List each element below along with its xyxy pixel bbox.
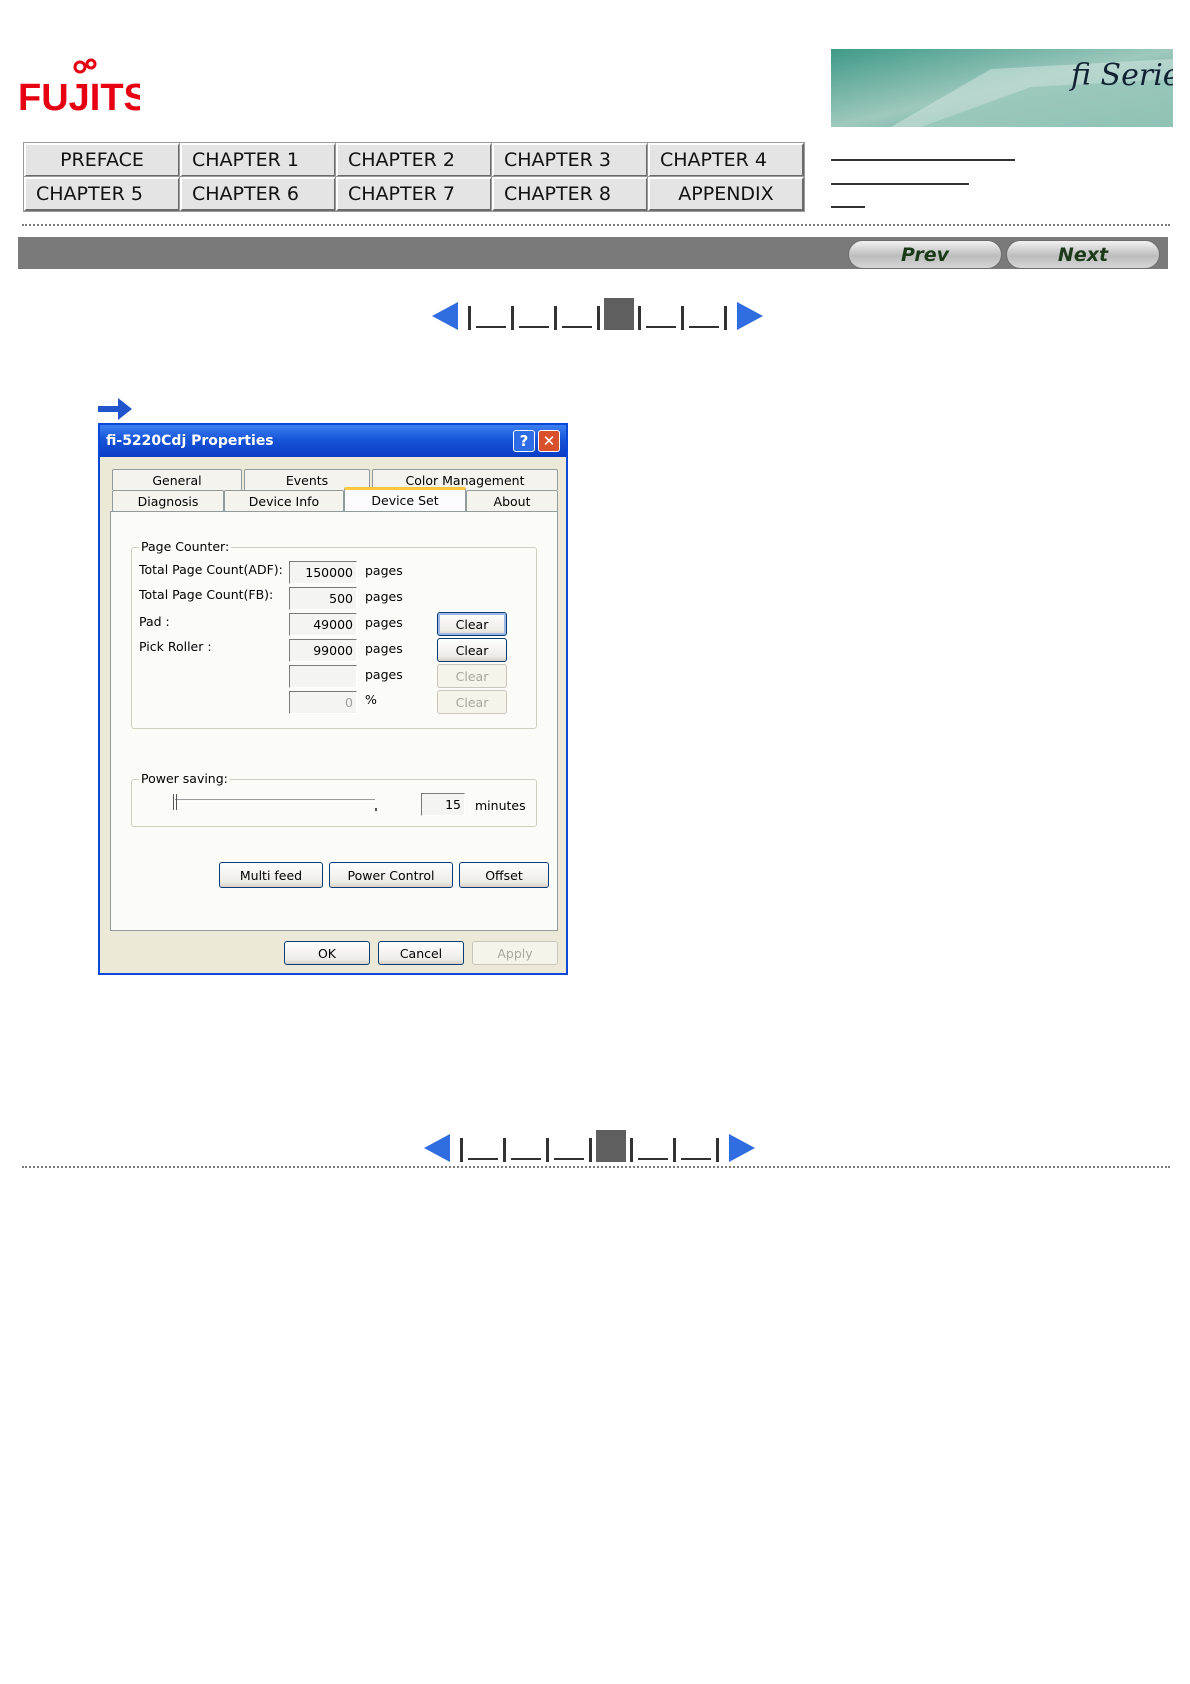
current-page-marker bbox=[604, 298, 634, 330]
power-saving-unit: minutes bbox=[475, 798, 526, 813]
divider-bottom bbox=[22, 1166, 1170, 1168]
counter-field-adf: 150000 bbox=[289, 561, 357, 584]
counter-field-pick-roller: 99000 bbox=[289, 639, 357, 662]
clear-pad-button[interactable]: Clear bbox=[437, 612, 507, 636]
right-arrow-icon bbox=[98, 398, 132, 420]
counter-unit: pages bbox=[365, 563, 403, 578]
counter-unit: pages bbox=[365, 589, 403, 604]
page-link[interactable] bbox=[554, 1158, 584, 1160]
dialog-title-text: fi-5220Cdj Properties bbox=[106, 433, 274, 449]
nav-chapter-8[interactable]: CHAPTER 8 bbox=[491, 176, 649, 212]
counter-label-adf: Total Page Count(ADF): bbox=[139, 562, 283, 577]
counter-label-fb: Total Page Count(FB): bbox=[139, 587, 274, 602]
page-link[interactable] bbox=[681, 1158, 711, 1160]
fi-series-banner: fi Series bbox=[831, 49, 1173, 127]
nav-chapter-4[interactable]: CHAPTER 4 bbox=[647, 142, 805, 178]
prev-button[interactable]: Prev bbox=[848, 240, 1002, 269]
page-link[interactable] bbox=[476, 326, 506, 328]
tab-diagnosis[interactable]: Diagnosis bbox=[112, 490, 224, 511]
chapter-nav: PREFACE CHAPTER 1 CHAPTER 2 CHAPTER 3 CH… bbox=[23, 142, 805, 212]
page-link[interactable] bbox=[689, 326, 719, 328]
page-link[interactable] bbox=[638, 1158, 668, 1160]
divider bbox=[22, 224, 1170, 226]
tab-device-info[interactable]: Device Info bbox=[224, 490, 344, 511]
page-link[interactable] bbox=[468, 1158, 498, 1160]
counter-label-pad: Pad : bbox=[139, 614, 170, 629]
next-button[interactable]: Next bbox=[1006, 240, 1160, 269]
page-link[interactable] bbox=[646, 326, 676, 328]
device-set-panel: Page Counter: Total Page Count(ADF): 150… bbox=[110, 511, 558, 931]
page-counter-label: Page Counter: bbox=[139, 539, 232, 554]
counter-unit: pages bbox=[365, 615, 403, 630]
ok-button[interactable]: OK bbox=[284, 941, 370, 965]
cancel-button[interactable]: Cancel bbox=[378, 941, 464, 965]
prev-page-arrow-icon[interactable] bbox=[424, 1134, 450, 1162]
tab-about[interactable]: About bbox=[466, 490, 558, 511]
next-page-arrow-icon[interactable] bbox=[737, 302, 763, 330]
page-link[interactable] bbox=[511, 1158, 541, 1160]
svg-text:fi Series: fi Series bbox=[1069, 58, 1173, 93]
clear-pick-roller-button[interactable]: Clear bbox=[437, 638, 507, 662]
nav-appendix[interactable]: APPENDIX bbox=[647, 176, 805, 212]
counter-unit-percent: % bbox=[365, 692, 377, 707]
offset-button[interactable]: Offset bbox=[459, 862, 549, 888]
top-link-1[interactable] bbox=[831, 159, 1015, 161]
page-link[interactable] bbox=[562, 326, 592, 328]
counter-unit: pages bbox=[365, 641, 403, 656]
counter-field-fb: 500 bbox=[289, 587, 357, 610]
nav-chapter-5[interactable]: CHAPTER 5 bbox=[23, 176, 181, 212]
next-page-arrow-icon[interactable] bbox=[729, 1134, 755, 1162]
power-saving-slider[interactable] bbox=[169, 794, 381, 814]
fujitsu-logo: FUJITSU bbox=[18, 58, 140, 118]
close-button[interactable]: ✕ bbox=[538, 430, 560, 452]
nav-chapter-3[interactable]: CHAPTER 3 bbox=[491, 142, 649, 178]
nav-chapter-6[interactable]: CHAPTER 6 bbox=[179, 176, 337, 212]
clear-percent-button[interactable]: Clear bbox=[437, 690, 507, 714]
slider-thumb[interactable] bbox=[173, 794, 177, 810]
clear-disabled-button[interactable]: Clear bbox=[437, 664, 507, 688]
top-link-3[interactable] bbox=[831, 206, 865, 208]
nav-chapter-2[interactable]: CHAPTER 2 bbox=[335, 142, 493, 178]
svg-text:FUJITSU: FUJITSU bbox=[18, 77, 140, 118]
nav-chapter-1[interactable]: CHAPTER 1 bbox=[179, 142, 337, 178]
counter-unit: pages bbox=[365, 667, 403, 682]
tab-device-set[interactable]: Device Set bbox=[344, 487, 466, 511]
counter-label-pick-roller: Pick Roller : bbox=[139, 639, 212, 654]
nav-chapter-7[interactable]: CHAPTER 7 bbox=[335, 176, 493, 212]
page-step-nav bbox=[432, 298, 763, 333]
help-button[interactable]: ? bbox=[513, 430, 535, 452]
dialog-title: fi-5220Cdj Properties bbox=[100, 425, 566, 457]
page-step-nav-bottom bbox=[424, 1130, 755, 1165]
counter-field-percent: 0 bbox=[289, 691, 357, 714]
apply-button[interactable]: Apply bbox=[472, 941, 558, 965]
power-saving-label: Power saving: bbox=[139, 771, 230, 786]
multi-feed-button[interactable]: Multi feed bbox=[219, 862, 323, 888]
page-link[interactable] bbox=[519, 326, 549, 328]
power-control-button[interactable]: Power Control bbox=[329, 862, 453, 888]
counter-field-blank bbox=[289, 665, 357, 688]
properties-dialog: fi-5220Cdj Properties ? ✕ General Events… bbox=[98, 423, 568, 975]
tab-general[interactable]: General bbox=[112, 469, 242, 490]
power-saving-minutes-field[interactable]: 15 bbox=[421, 793, 465, 816]
prev-page-arrow-icon[interactable] bbox=[432, 302, 458, 330]
nav-preface[interactable]: PREFACE bbox=[23, 142, 181, 178]
top-link-2[interactable] bbox=[831, 183, 969, 185]
current-page-marker bbox=[596, 1130, 626, 1162]
counter-field-pad: 49000 bbox=[289, 613, 357, 636]
